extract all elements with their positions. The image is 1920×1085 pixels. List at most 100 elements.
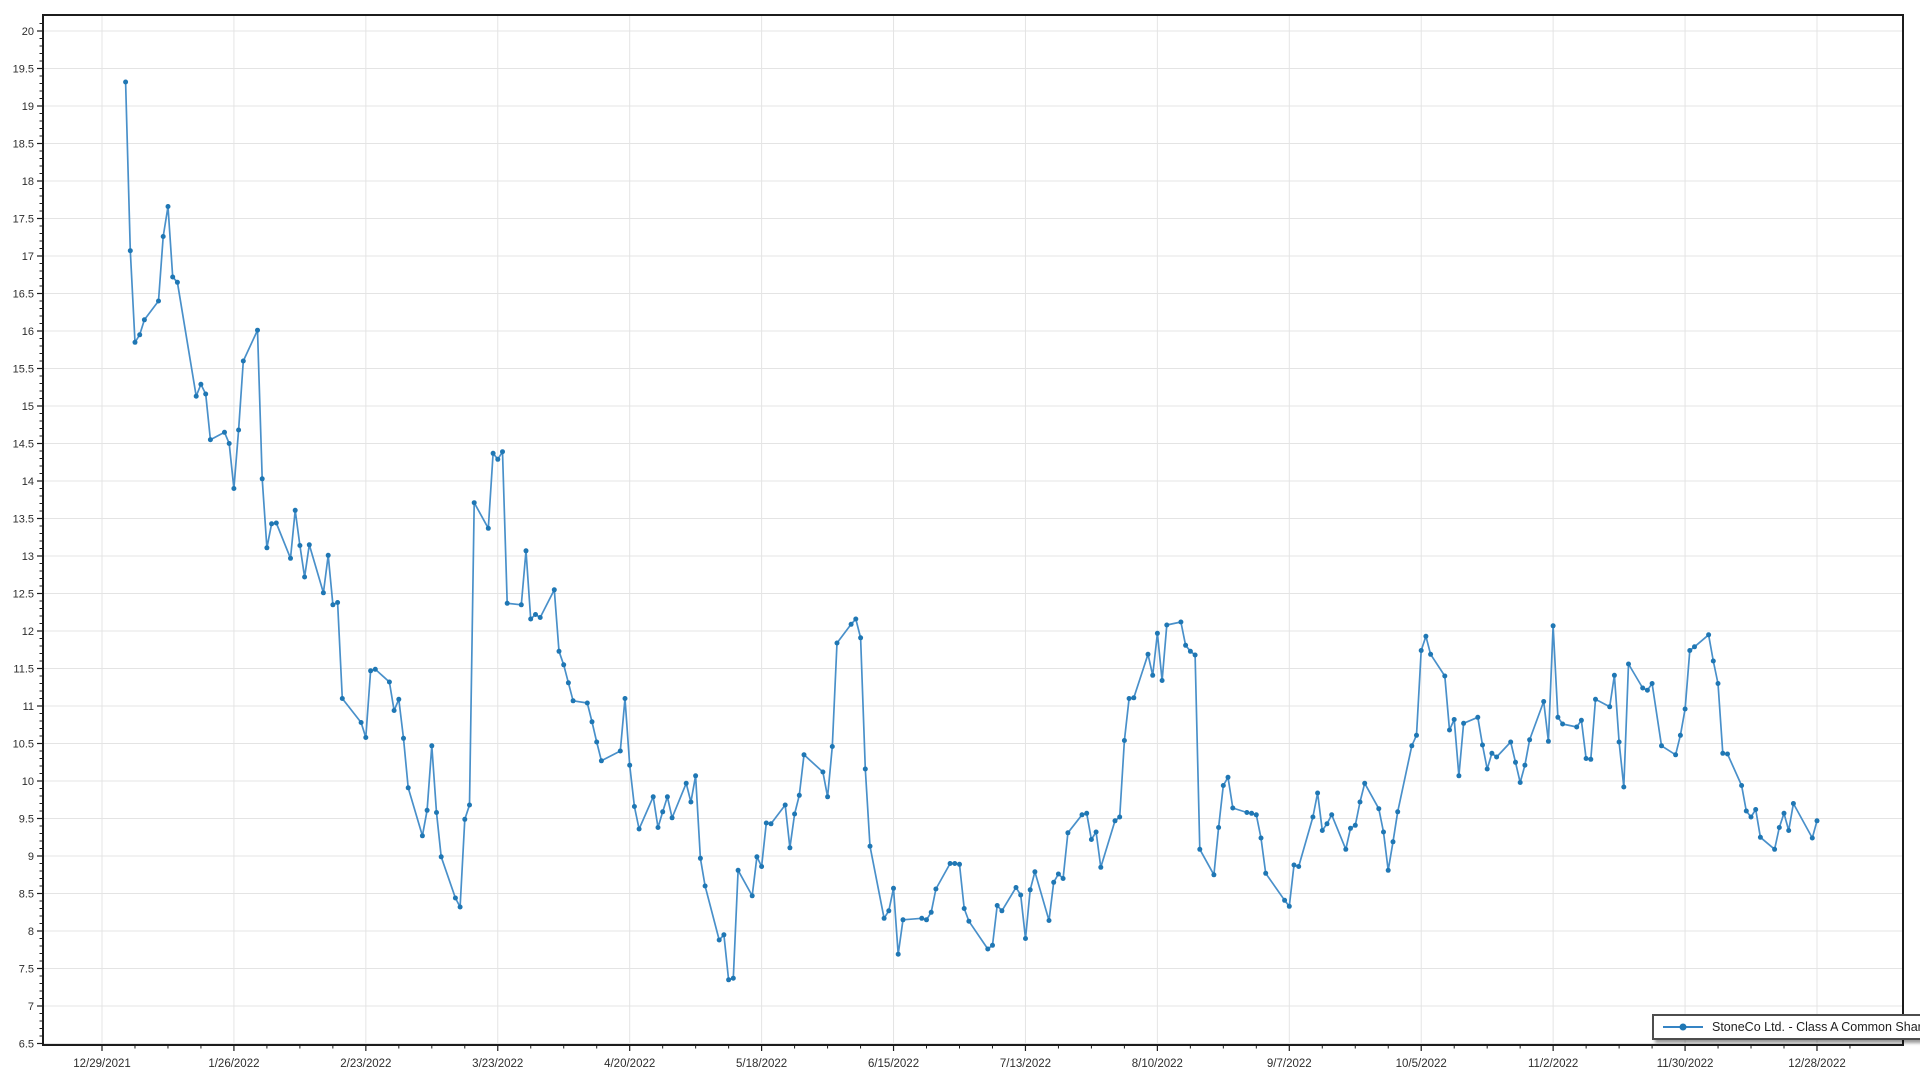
data-point[interactable] [1381, 830, 1386, 835]
data-point[interactable] [933, 887, 938, 892]
data-point[interactable] [656, 825, 661, 830]
data-point[interactable] [792, 812, 797, 817]
data-point[interactable] [1150, 673, 1155, 678]
data-point[interactable] [1414, 733, 1419, 738]
data-point[interactable] [882, 916, 887, 921]
data-point[interactable] [750, 893, 755, 898]
data-point[interactable] [1117, 815, 1122, 820]
data-point[interactable] [208, 437, 213, 442]
data-point[interactable] [1574, 725, 1579, 730]
data-point[interactable] [1155, 631, 1160, 636]
data-point[interactable] [203, 392, 208, 397]
data-point[interactable] [590, 719, 595, 724]
data-point[interactable] [505, 601, 510, 606]
data-point[interactable] [472, 500, 477, 505]
data-point[interactable] [1744, 809, 1749, 814]
data-point[interactable] [528, 617, 533, 622]
data-point[interactable] [1485, 767, 1490, 772]
data-point[interactable] [293, 508, 298, 513]
data-point[interactable] [868, 844, 873, 849]
data-point[interactable] [1782, 811, 1787, 816]
data-point[interactable] [1494, 755, 1499, 760]
data-point[interactable] [1739, 783, 1744, 788]
data-point[interactable] [966, 919, 971, 924]
data-point[interactable] [1810, 836, 1815, 841]
data-point[interactable] [1197, 847, 1202, 852]
data-point[interactable] [703, 884, 708, 889]
data-point[interactable] [632, 804, 637, 809]
data-point[interactable] [1080, 812, 1085, 817]
data-point[interactable] [175, 280, 180, 285]
data-point[interactable] [156, 299, 161, 304]
data-point[interactable] [1188, 649, 1193, 654]
data-point[interactable] [1292, 863, 1297, 868]
data-point[interactable] [1716, 681, 1721, 686]
data-point[interactable] [1249, 811, 1254, 816]
data-point[interactable] [783, 803, 788, 808]
data-point[interactable] [1513, 760, 1518, 765]
data-point[interactable] [1659, 743, 1664, 748]
data-point[interactable] [863, 767, 868, 772]
data-point[interactable] [538, 615, 543, 620]
data-point[interactable] [1084, 811, 1089, 816]
data-point[interactable] [392, 708, 397, 713]
data-point[interactable] [1645, 688, 1650, 693]
data-point[interactable] [128, 248, 133, 253]
data-point[interactable] [137, 332, 142, 337]
data-point[interactable] [274, 521, 279, 526]
data-point[interactable] [1508, 740, 1513, 745]
data-point[interactable] [166, 204, 171, 209]
data-point[interactable] [326, 553, 331, 558]
data-point[interactable] [660, 809, 665, 814]
data-point[interactable] [764, 821, 769, 826]
data-point[interactable] [194, 394, 199, 399]
data-point[interactable] [1720, 751, 1725, 756]
data-point[interactable] [1673, 752, 1678, 757]
data-point[interactable] [1310, 815, 1315, 820]
data-point[interactable] [825, 794, 830, 799]
data-point[interactable] [1607, 704, 1612, 709]
data-point[interactable] [670, 815, 675, 820]
data-point[interactable] [1640, 686, 1645, 691]
data-point[interactable] [1621, 785, 1626, 790]
data-point[interactable] [302, 575, 307, 580]
data-point[interactable] [439, 854, 444, 859]
data-point[interactable] [396, 697, 401, 702]
data-point[interactable] [1216, 825, 1221, 830]
data-point[interactable] [835, 641, 840, 646]
data-point[interactable] [929, 910, 934, 915]
data-point[interactable] [1028, 887, 1033, 892]
data-point[interactable] [985, 947, 990, 952]
data-point[interactable] [1588, 757, 1593, 762]
data-point[interactable] [561, 662, 566, 667]
data-point[interactable] [1263, 871, 1268, 876]
data-point[interactable] [1777, 825, 1782, 830]
data-point[interactable] [853, 617, 858, 622]
data-point[interactable] [425, 808, 430, 813]
data-point[interactable] [1259, 836, 1264, 841]
data-point[interactable] [1791, 801, 1796, 806]
data-point[interactable] [227, 441, 232, 446]
data-point[interactable] [759, 864, 764, 869]
data-point[interactable] [1409, 743, 1414, 748]
data-point[interactable] [962, 906, 967, 911]
data-point[interactable] [1560, 722, 1565, 727]
data-point[interactable] [1122, 738, 1127, 743]
data-point[interactable] [684, 781, 689, 786]
data-point[interactable] [1725, 752, 1730, 757]
data-point[interactable] [1061, 876, 1066, 881]
data-point[interactable] [1395, 809, 1400, 814]
data-point[interactable] [500, 449, 505, 454]
data-point[interactable] [1419, 648, 1424, 653]
data-point[interactable] [198, 382, 203, 387]
data-point[interactable] [387, 680, 392, 685]
legend[interactable]: StoneCo Ltd. - Class A Common Share [1652, 1014, 1920, 1040]
data-point[interactable] [820, 770, 825, 775]
data-point[interactable] [1094, 830, 1099, 835]
data-point[interactable] [557, 649, 562, 654]
data-point[interactable] [952, 861, 957, 866]
data-point[interactable] [467, 803, 472, 808]
data-point[interactable] [1160, 678, 1165, 683]
data-point[interactable] [995, 903, 1000, 908]
data-point[interactable] [830, 744, 835, 749]
